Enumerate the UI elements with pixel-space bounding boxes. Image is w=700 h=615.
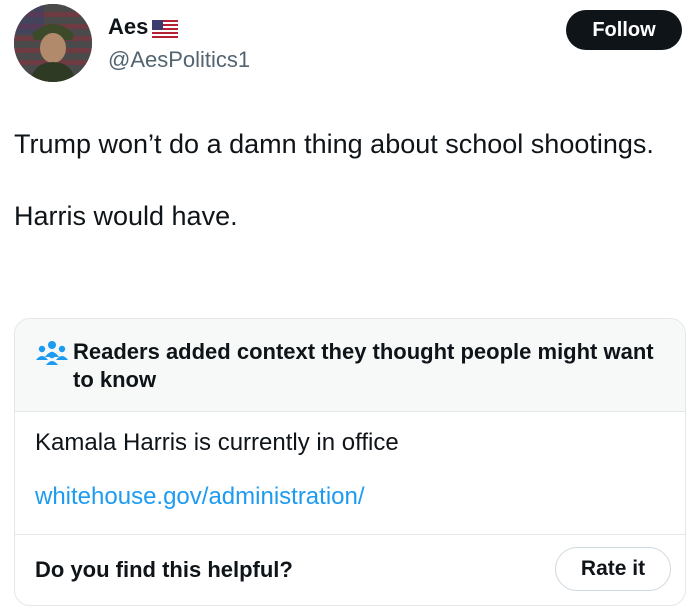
community-note-title: Readers added context they thought peopl… bbox=[73, 339, 654, 392]
people-icon bbox=[35, 339, 69, 365]
community-note-body: Kamala Harris is currently in office whi… bbox=[15, 412, 685, 535]
avatar[interactable] bbox=[14, 4, 92, 82]
community-note-source-link[interactable]: whitehouse.gov/administration/ bbox=[35, 482, 365, 512]
community-note-footer: Do you find this helpful? Rate it bbox=[15, 535, 685, 605]
tweet-paragraph: Harris would have. bbox=[14, 201, 238, 231]
community-note: Readers added context they thought peopl… bbox=[14, 318, 686, 606]
us-flag-icon bbox=[152, 18, 179, 38]
helpful-question: Do you find this helpful? bbox=[35, 557, 293, 582]
author-display-name[interactable]: Aes bbox=[108, 14, 148, 40]
author-handle[interactable]: @AesPolitics1 bbox=[108, 46, 250, 74]
author-names: Aes @AesPolitics1 bbox=[108, 14, 250, 74]
avatar-image bbox=[14, 4, 92, 82]
community-note-text: Kamala Harris is currently in office bbox=[35, 429, 399, 456]
community-note-header: Readers added context they thought peopl… bbox=[15, 319, 685, 412]
tweet-text: Trump won’t do a damn thing about school… bbox=[14, 126, 674, 234]
author-display-name-row[interactable]: Aes bbox=[108, 14, 250, 40]
tweet-paragraph: Trump won’t do a damn thing about school… bbox=[14, 129, 654, 159]
follow-button[interactable]: Follow bbox=[566, 10, 682, 50]
rate-it-button[interactable]: Rate it bbox=[555, 547, 671, 591]
tweet-header: Aes @AesPolitics1 Follow bbox=[14, 4, 686, 84]
